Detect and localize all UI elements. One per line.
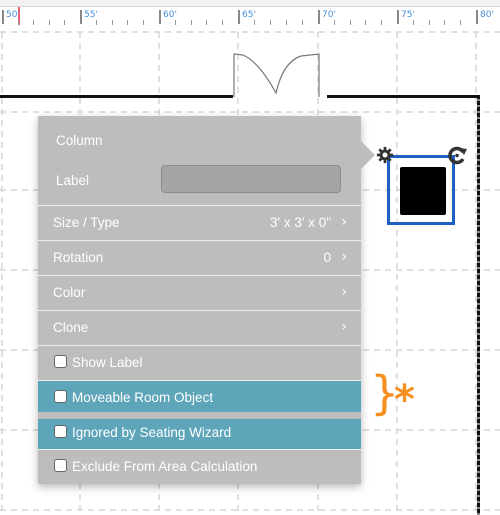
- row-label: Color: [53, 285, 86, 300]
- label-input[interactable]: [161, 165, 341, 193]
- double-door-symbol[interactable]: [231, 50, 331, 100]
- selected-column-object[interactable]: [376, 146, 467, 229]
- checkbox-label: Show Label: [72, 355, 143, 370]
- clone-row[interactable]: Clone ›: [38, 310, 361, 344]
- row-label: Size / Type: [53, 215, 120, 230]
- rotate-icon[interactable]: [446, 144, 468, 166]
- label-field-label: Label: [56, 173, 90, 188]
- size-type-value: 3' x 3' x 0": [270, 215, 331, 230]
- row-label: Clone: [53, 320, 89, 335]
- show-label-row[interactable]: Show Label: [38, 345, 361, 379]
- panel-pointer: [361, 141, 375, 169]
- show-label-checkbox[interactable]: [54, 355, 67, 368]
- checkbox-label: Exclude From Area Calculation: [72, 459, 258, 474]
- ignored-by-seating-wizard-row[interactable]: Ignored by Seating Wizard: [38, 419, 361, 449]
- wall-segment: [327, 95, 479, 98]
- rotation-row[interactable]: Rotation 0 ›: [38, 240, 361, 274]
- column-shape[interactable]: [400, 167, 446, 215]
- row-label: Rotation: [53, 250, 104, 265]
- chevron-right-icon: ›: [341, 249, 347, 265]
- exclude-area-calc-row[interactable]: Exclude From Area Calculation: [38, 449, 361, 483]
- chevron-right-icon: ›: [341, 319, 347, 335]
- chevron-right-icon: ›: [341, 214, 347, 230]
- chevron-right-icon: ›: [341, 284, 347, 300]
- wall-segment: [0, 95, 233, 98]
- moveable-room-object-checkbox[interactable]: [54, 390, 67, 403]
- object-properties-panel: Column Label Size / Type 3' x 3' x 0" › …: [38, 116, 375, 484]
- exclude-area-calc-checkbox[interactable]: [54, 459, 67, 472]
- gear-icon[interactable]: [376, 146, 394, 164]
- rotation-value: 0: [323, 250, 331, 265]
- size-type-row[interactable]: Size / Type 3' x 3' x 0" ›: [38, 205, 361, 239]
- moveable-room-object-row[interactable]: Moveable Room Object: [38, 380, 361, 412]
- checkbox-label: Ignored by Seating Wizard: [72, 425, 232, 440]
- color-row[interactable]: Color ›: [38, 275, 361, 309]
- wall-segment: [477, 95, 480, 515]
- asterisk-annotation: *: [394, 377, 415, 423]
- checkbox-label: Moveable Room Object: [72, 390, 214, 405]
- panel-title: Column: [56, 133, 103, 148]
- ignored-by-seating-wizard-checkbox[interactable]: [54, 425, 67, 438]
